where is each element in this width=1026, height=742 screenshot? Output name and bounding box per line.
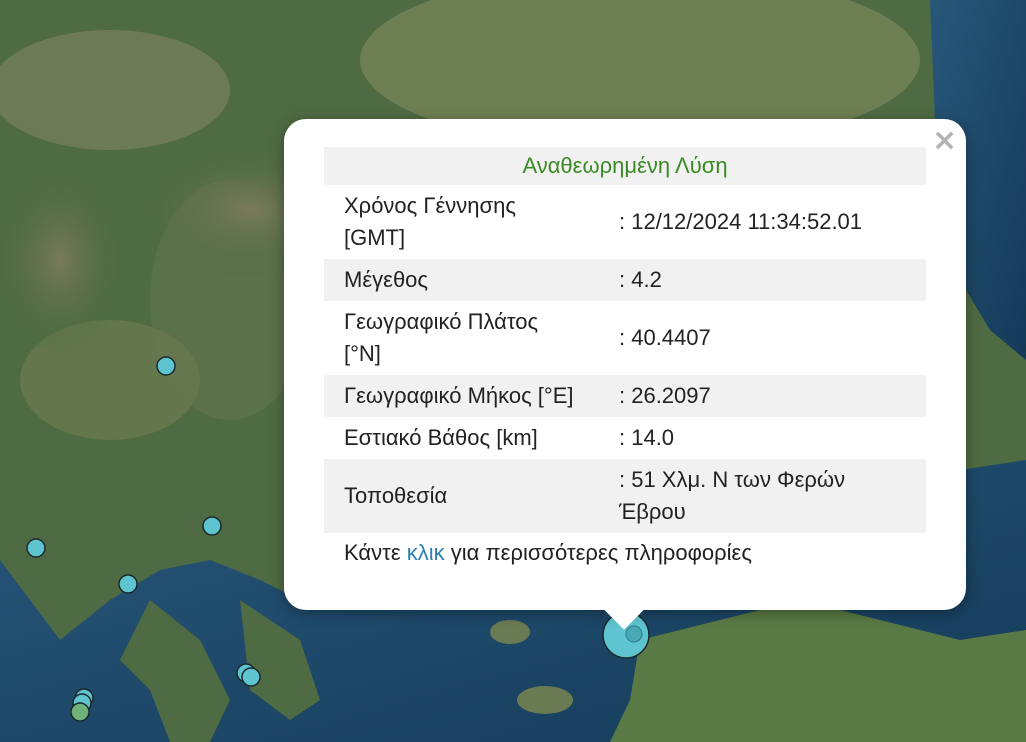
popup-title: Αναθεωρημένη Λύση [324, 147, 926, 185]
more-info-link[interactable]: κλικ [407, 540, 445, 565]
earthquake-marker[interactable] [26, 538, 46, 558]
earthquake-marker[interactable] [156, 356, 176, 376]
location-label: Τοποθεσία [324, 459, 599, 533]
more-info-suffix: για περισσότερες πληροφορίες [444, 540, 752, 565]
magnitude-label: Μέγεθος [324, 259, 599, 301]
island [517, 686, 573, 714]
magnitude-value: : 4.2 [599, 259, 926, 301]
more-info-prefix: Κάντε [344, 540, 407, 565]
table-row: Εστιακό Βάθος [km] : 14.0 [324, 417, 926, 459]
island [940, 680, 1000, 720]
more-info-text: Κάντε κλικ για περισσότερες πληροφορίες [324, 533, 926, 574]
earthquake-marker[interactable] [70, 702, 90, 722]
latitude-value: : 40.4407 [619, 325, 711, 350]
longitude-value: : 26.2097 [599, 375, 926, 417]
location-value: : 51 Χλμ. Ν των Φερών Έβρου [599, 459, 926, 533]
close-icon[interactable]: × [932, 126, 957, 156]
depth-label: Εστιακό Βάθος [km] [344, 425, 538, 450]
origin-time-label: Χρόνος Γέννησης [GMT] [344, 193, 516, 250]
depth-value: : 14.0 [619, 425, 675, 450]
plain-area [0, 30, 230, 150]
table-row: Χρόνος Γέννησης [GMT] : 12/12/2024 11:34… [324, 185, 926, 259]
table-row: Γεωγραφικό Μήκος [°E] : 26.2097 [324, 375, 926, 417]
earthquake-marker[interactable] [241, 667, 261, 687]
earthquake-info-popup: × Αναθεωρημένη Λύση Χρόνος Γέννησης [GMT… [284, 119, 966, 610]
island [490, 620, 530, 644]
table-row: Τοποθεσία : 51 Χλμ. Ν των Φερών Έβρου [324, 459, 926, 533]
table-row: Γεωγραφικό Πλάτος [°N] : 40.4407 [324, 301, 926, 375]
earthquake-marker[interactable] [202, 516, 222, 536]
origin-time-value: : 12/12/2024 11:34:52.01 [619, 209, 863, 234]
info-table: Αναθεωρημένη Λύση Χρόνος Γέννησης [GMT] … [324, 147, 926, 574]
popup-pointer [602, 608, 646, 632]
latitude-label: Γεωγραφικό Πλάτος [°N] [344, 309, 539, 366]
table-row: Μέγεθος : 4.2 [324, 259, 926, 301]
earthquake-marker[interactable] [118, 574, 138, 594]
longitude-label: Γεωγραφικό Μήκος [°E] [324, 375, 599, 417]
